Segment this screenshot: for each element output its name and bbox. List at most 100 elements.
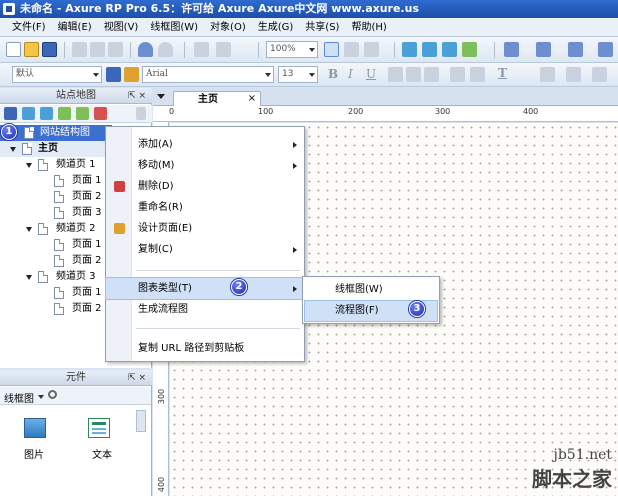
add-page-icon[interactable] [4, 107, 17, 120]
paste-icon[interactable] [108, 42, 123, 57]
page-icon [54, 239, 64, 251]
panel-close-icon[interactable]: ⇱ × [128, 370, 146, 386]
align-icon[interactable] [216, 42, 231, 57]
underline-button[interactable]: U [366, 67, 376, 81]
menu-view[interactable]: 视图(V) [98, 18, 145, 37]
search-icon[interactable] [48, 390, 57, 399]
tree-item-label: 频道页 3 [56, 271, 96, 282]
menu-bar: 文件(F) 编辑(E) 视图(V) 线框图(W) 对象(O) 生成(G) 共享(… [0, 18, 618, 37]
tab-close-icon[interactable]: × [248, 92, 256, 106]
submenu-item-label: 流程图(F) [335, 305, 379, 316]
backward-icon[interactable] [462, 42, 477, 57]
page-icon [24, 127, 34, 139]
edit-pencil-icon [114, 223, 125, 234]
style-select[interactable]: 默认 [12, 66, 102, 83]
distribute-icon[interactable] [540, 67, 555, 82]
tab-list-dropdown-icon[interactable] [157, 94, 165, 99]
ordering-icon[interactable] [592, 67, 607, 82]
chevron-down-icon[interactable] [38, 395, 44, 399]
menu-item-design-page[interactable]: 设计页面(E) [106, 218, 304, 239]
bold-button[interactable]: B [328, 67, 338, 81]
menu-item-rename[interactable]: 重命名(R) [106, 197, 304, 218]
widget-library-select[interactable]: 线框图 [4, 390, 34, 405]
image-widget-icon[interactable] [24, 418, 46, 438]
menu-file[interactable]: 文件(F) [6, 18, 52, 37]
collapse-triangle-icon[interactable] [26, 275, 32, 280]
undo-icon[interactable] [138, 42, 153, 57]
bring-front-icon[interactable] [402, 42, 417, 57]
send-back-icon[interactable] [422, 42, 437, 57]
widget-label-text[interactable]: 文本 [92, 446, 112, 461]
format-painter-icon[interactable] [106, 67, 121, 82]
spacing-icon[interactable] [566, 67, 581, 82]
arrow-style-icon[interactable] [598, 42, 613, 57]
menu-item-duplicate[interactable]: 复制(C) [106, 239, 304, 260]
submenu-item-wireframe[interactable]: 线框图(W) [305, 280, 437, 300]
menu-generate[interactable]: 生成(G) [252, 18, 300, 37]
menu-edit[interactable]: 编辑(E) [52, 18, 98, 37]
menu-share[interactable]: 共享(S) [299, 18, 345, 37]
menu-item-diagram-type[interactable]: 图表类型(T) [105, 277, 305, 300]
open-folder-icon[interactable] [24, 42, 39, 57]
menu-item-move[interactable]: 移动(M) [106, 155, 304, 176]
menu-item-delete[interactable]: 删除(D) [106, 176, 304, 197]
menu-item-copy-url[interactable]: 复制 URL 路径到剪贴板 [106, 338, 304, 359]
more-icon[interactable] [136, 107, 146, 120]
collapse-triangle-icon[interactable] [26, 163, 32, 168]
diagram-type-submenu: 线框图(W) 流程图(F) [302, 276, 440, 324]
outdent-icon[interactable] [76, 107, 89, 120]
line-style-icon[interactable] [568, 42, 583, 57]
zoom-select[interactable]: 100% [266, 41, 318, 58]
indent-icon[interactable] [58, 107, 71, 120]
copy-icon[interactable] [90, 42, 105, 57]
bullet-icon[interactable] [450, 67, 465, 82]
line-color-icon[interactable] [536, 42, 551, 57]
tab-home[interactable]: 主页 × [173, 91, 261, 107]
collapse-triangle-icon[interactable] [10, 147, 16, 152]
group-icon[interactable] [194, 42, 209, 57]
menu-wireframe[interactable]: 线框图(W) [144, 18, 204, 37]
save-icon[interactable] [42, 42, 57, 57]
brush-icon[interactable] [124, 67, 139, 82]
collapse-triangle-icon[interactable] [26, 227, 32, 232]
toolbar-separator [130, 42, 131, 58]
link-icon[interactable] [470, 67, 485, 82]
toolbar-separator [184, 42, 185, 58]
tree-item-label: 主页 [38, 143, 58, 154]
chevron-down-icon [309, 73, 315, 77]
widget-label-image[interactable]: 图片 [24, 446, 44, 461]
sitemap-toolbar [0, 105, 152, 123]
delete-page-icon[interactable] [94, 107, 107, 120]
align-left-icon[interactable] [388, 67, 403, 82]
scrollbar[interactable] [136, 410, 146, 432]
page-icon [38, 271, 48, 283]
fill-color-icon[interactable] [504, 42, 519, 57]
tree-item-label: 页面 1 [72, 287, 102, 298]
menu-object[interactable]: 对象(O) [204, 18, 252, 37]
panel-close-icon[interactable]: ⇱ × [128, 88, 146, 104]
new-file-icon[interactable] [6, 42, 21, 57]
text-widget-icon[interactable] [88, 418, 110, 438]
move-down-icon[interactable] [40, 107, 53, 120]
align-center-icon[interactable] [406, 67, 421, 82]
font-size-select[interactable]: 13 [278, 66, 318, 83]
forward-icon[interactable] [442, 42, 457, 57]
menu-item-generate-flowchart[interactable]: 生成流程图 [106, 299, 304, 320]
cut-icon[interactable] [72, 42, 87, 57]
flow-icon[interactable] [364, 42, 379, 57]
italic-button[interactable]: I [348, 67, 353, 81]
align-right-icon[interactable] [424, 67, 439, 82]
connector-icon[interactable] [344, 42, 359, 57]
pointer-icon[interactable] [324, 42, 339, 57]
text-color-button[interactable]: T [498, 66, 507, 80]
move-up-icon[interactable] [22, 107, 35, 120]
page-icon [54, 255, 64, 267]
menu-item-add[interactable]: 添加(A) [106, 134, 304, 155]
redo-icon[interactable] [158, 42, 173, 57]
ruler-label: 100 [258, 107, 274, 116]
menu-help[interactable]: 帮助(H) [345, 18, 392, 37]
chevron-down-icon [265, 73, 271, 77]
font-select[interactable]: Arial [142, 66, 274, 83]
tree-item-label: 页面 2 [72, 255, 102, 266]
submenu-arrow-icon [293, 163, 297, 169]
